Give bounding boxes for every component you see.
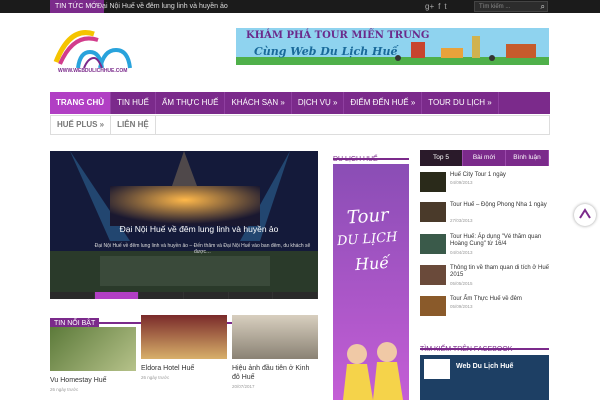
slider-pager bbox=[50, 292, 319, 299]
top-bar: TIN TỨC MỚI Đại Nội Huế về đêm lung linh… bbox=[0, 0, 600, 13]
top5-item[interactable]: Tour Ẩm Thực Huế về đêm 05/09/2013 bbox=[420, 296, 549, 318]
search-icon[interactable]: ⌕ bbox=[541, 2, 545, 12]
mid-section-header: DU LỊCH HUẾ bbox=[333, 148, 409, 163]
nav-am-thuc[interactable]: ẨM THỰC HUẾ bbox=[156, 92, 226, 114]
facebook-section-header: TÌM KIẾM TRÊN FACEBOOK bbox=[420, 338, 549, 353]
main-nav: TRANG CHỦ TIN HUẾ ẨM THỰC HUẾ KHÁCH SẠN … bbox=[50, 92, 550, 114]
logo-text: WWW.WEBDULICHHUE.COM bbox=[58, 68, 128, 74]
featured-card[interactable]: Hiệu ảnh đầu tiên ở Kinh đô Huế 20/07/20… bbox=[232, 315, 318, 389]
facebook-page-thumb[interactable] bbox=[424, 359, 450, 379]
top5-date: 04/09/2013 bbox=[450, 180, 473, 185]
top5-item[interactable]: Huế City Tour 1 ngày 04/09/2013 bbox=[420, 172, 549, 194]
search-input[interactable]: Tìm kiếm ... ⌕ bbox=[474, 1, 548, 12]
top5-thumb[interactable] bbox=[420, 202, 446, 222]
nav-lien-he[interactable]: LIÊN HỆ bbox=[111, 116, 156, 134]
nav-diem-den[interactable]: ĐIỂM ĐẾN HUẾ » bbox=[344, 92, 423, 114]
top5-item[interactable]: Tour Huế: Áp dụng "Vé thăm quan Hoàng Cu… bbox=[420, 234, 549, 256]
card-date: 26 ngày trước bbox=[50, 387, 79, 392]
mid-section-title: DU LỊCH HUẾ bbox=[333, 156, 378, 163]
facebook-widget[interactable]: Web Du Lịch Huế bbox=[420, 355, 549, 400]
search-placeholder: Tìm kiếm ... bbox=[479, 4, 511, 10]
social-links: g+ f t bbox=[425, 0, 447, 13]
facebook-page-name[interactable]: Web Du Lịch Huế bbox=[456, 363, 513, 370]
twitter-icon[interactable]: t bbox=[444, 0, 446, 13]
site-logo[interactable]: WWW.WEBDULICHHUE.COM bbox=[50, 24, 136, 76]
card-title[interactable]: Hiệu ảnh đầu tiên ở Kinh đô Huế bbox=[232, 364, 318, 382]
news-ticker-text[interactable]: Đại Nội Huế về đêm lung linh và huyền ảo bbox=[97, 0, 257, 13]
top5-title[interactable]: Thông tin về tham quan di tích ở Huế 201… bbox=[450, 265, 549, 279]
card-title[interactable]: Eldora Hotel Huế bbox=[141, 364, 227, 373]
featured-slider[interactable]: Đại Nội Huế về đêm lung linh và huyền ảo… bbox=[50, 151, 318, 299]
nav-home[interactable]: TRANG CHỦ bbox=[50, 92, 111, 114]
top5-title[interactable]: Huế City Tour 1 ngày bbox=[450, 172, 549, 179]
tour-advert[interactable]: Tour DU LỊCH Huế bbox=[333, 164, 409, 400]
facebook-icon[interactable]: f bbox=[438, 0, 440, 13]
slider-dot-active[interactable] bbox=[94, 292, 140, 299]
featured-card[interactable]: Eldora Hotel Huế 26 ngày trước bbox=[141, 315, 227, 380]
top5-thumb[interactable] bbox=[420, 265, 446, 285]
tab-binh-luan[interactable]: Bình luận bbox=[506, 150, 549, 166]
top5-date: 27/03/2013 bbox=[450, 218, 473, 223]
nav-khach-san[interactable]: KHÁCH SẠN » bbox=[225, 92, 292, 114]
google-plus-icon[interactable]: g+ bbox=[425, 0, 434, 13]
card-image[interactable] bbox=[141, 315, 227, 359]
slider-dot[interactable] bbox=[139, 292, 185, 299]
tab-bai-moi[interactable]: Bài mới bbox=[463, 150, 506, 166]
slider-caption[interactable]: Đại Nội Huế về đêm lung linh và huyền ảo bbox=[80, 224, 318, 234]
top5-title[interactable]: Tour Ẩm Thực Huế về đêm bbox=[450, 296, 549, 303]
ad-illustration bbox=[343, 342, 403, 400]
slider-dot[interactable] bbox=[228, 292, 274, 299]
top5-thumb[interactable] bbox=[420, 172, 446, 192]
card-date: 26 ngày trước bbox=[141, 375, 170, 380]
logo-icon bbox=[579, 208, 591, 219]
card-image[interactable] bbox=[50, 327, 136, 371]
top5-title[interactable]: Tour Huế: Áp dụng "Vé thăm quan Hoàng Cu… bbox=[450, 234, 549, 248]
slider-description: Đại Nội Huế về đêm lung linh và huyền ảo… bbox=[94, 243, 311, 255]
secondary-nav: HUẾ PLUS » LIÊN HỆ bbox=[50, 115, 550, 135]
top5-thumb[interactable] bbox=[420, 296, 446, 316]
top5-date: 05/09/2013 bbox=[450, 304, 473, 309]
floating-action-button[interactable] bbox=[574, 204, 596, 226]
nav-tour[interactable]: TOUR DU LỊCH » bbox=[422, 92, 499, 114]
top5-item[interactable]: Thông tin về tham quan di tích ở Huế 201… bbox=[420, 265, 549, 287]
banner-subtitle: Cùng Web Du Lịch Huế bbox=[254, 45, 398, 58]
featured-card[interactable]: Vu Homestay Huế 26 ngày trước bbox=[50, 327, 136, 392]
card-date: 20/07/2017 bbox=[232, 384, 255, 389]
top5-date: 04/04/2013 bbox=[450, 250, 473, 255]
header-banner[interactable]: KHÁM PHÁ TOUR MIỀN TRUNG Cùng Web Du Lịc… bbox=[236, 28, 549, 65]
nav-tin-hue[interactable]: TIN HUẾ bbox=[111, 92, 156, 114]
top5-title[interactable]: Tour Huế – Động Phong Nha 1 ngày bbox=[450, 202, 549, 209]
sidebar-tabs: Top 5 Bài mới Bình luận bbox=[420, 150, 549, 166]
nav-dich-vu[interactable]: DỊCH VỤ » bbox=[292, 92, 345, 114]
facebook-section-title: TÌM KIẾM TRÊN FACEBOOK bbox=[420, 346, 513, 353]
card-title[interactable]: Vu Homestay Huế bbox=[50, 376, 136, 385]
slider-dot[interactable] bbox=[50, 292, 95, 299]
banner-title: KHÁM PHÁ TOUR MIỀN TRUNG bbox=[246, 30, 430, 41]
slider-dot[interactable] bbox=[273, 292, 319, 299]
top5-thumb[interactable] bbox=[420, 234, 446, 254]
top5-date: 05/05/2015 bbox=[450, 281, 473, 286]
slider-dot[interactable] bbox=[184, 292, 229, 299]
card-image[interactable] bbox=[232, 315, 318, 359]
nav-hue-plus[interactable]: HUẾ PLUS » bbox=[51, 116, 112, 134]
top5-item[interactable]: Tour Huế – Động Phong Nha 1 ngày 27/03/2… bbox=[420, 202, 549, 224]
tab-top5[interactable]: Top 5 bbox=[420, 150, 463, 166]
